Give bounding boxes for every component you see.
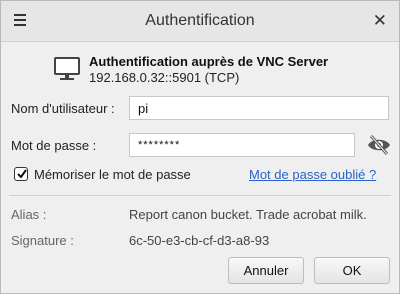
password-label: Mot de passe : xyxy=(11,138,97,153)
eye-slash-icon[interactable] xyxy=(366,134,392,156)
username-label: Nom d'utilisateur : xyxy=(11,101,115,116)
alias-value: Report canon bucket. Trade acrobat milk. xyxy=(129,207,367,222)
checkmark-icon xyxy=(17,169,27,179)
separator xyxy=(9,195,391,196)
remember-password-checkbox[interactable] xyxy=(14,167,28,181)
monitor-icon xyxy=(53,56,83,84)
server-address: 192.168.0.32::5901 (TCP) xyxy=(89,70,240,85)
authentication-dialog: Authentification ✕ Authentification aupr… xyxy=(0,0,400,294)
signature-label: Signature : xyxy=(11,233,74,248)
dialog-heading: Authentification auprès de VNC Server xyxy=(89,54,329,69)
window-title: Authentification xyxy=(145,12,255,29)
username-field[interactable] xyxy=(129,96,389,120)
cancel-button[interactable]: Annuler xyxy=(228,257,304,284)
close-icon[interactable]: ✕ xyxy=(373,12,387,30)
alias-label: Alias : xyxy=(11,207,47,222)
forgot-password-link[interactable]: Mot de passe oublié ? xyxy=(249,167,376,182)
remember-password-label[interactable]: Mémoriser le mot de passe xyxy=(34,167,191,182)
title-bar: Authentification ✕ xyxy=(1,1,399,42)
signature-value: 6c-50-e3-cb-cf-d3-a8-93 xyxy=(129,233,270,248)
ok-button[interactable]: OK xyxy=(314,257,390,284)
password-field[interactable] xyxy=(129,133,355,157)
